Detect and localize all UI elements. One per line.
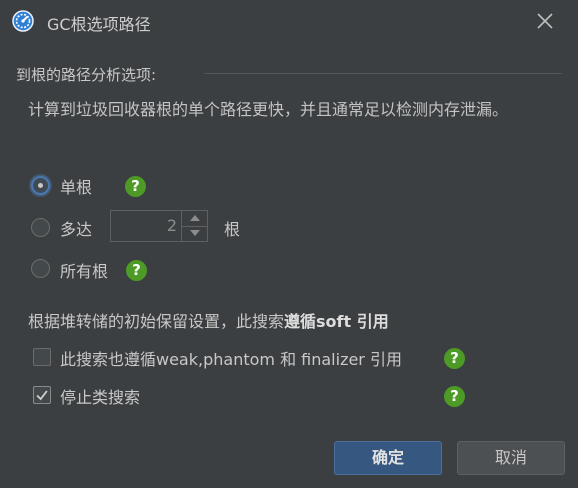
radio-up-to[interactable] [31, 218, 50, 237]
retain-settings-text: 根据堆转储的初始保留设置，此搜索遵循soft 引用 [28, 308, 389, 332]
roots-count-value[interactable]: 2 [111, 211, 177, 241]
radio-dot [38, 183, 43, 188]
window-title: GC根选项路径 [47, 15, 151, 34]
cancel-button[interactable]: 取消 [457, 441, 565, 475]
roots-suffix-label: 根 [224, 220, 241, 239]
help-icon[interactable]: ? [126, 260, 147, 281]
help-icon[interactable]: ? [125, 176, 146, 197]
single-root-label[interactable]: 单根 [60, 174, 92, 198]
help-icon[interactable]: ? [444, 348, 465, 369]
group-divider [204, 73, 562, 74]
group-label: 到根的路径分析选项: [16, 66, 157, 84]
checkmark-icon [36, 390, 48, 401]
all-roots-label[interactable]: 所有根 [60, 258, 108, 282]
radio-all-roots[interactable] [31, 259, 50, 278]
retain-prefix: 根据堆转储的初始保留设置，此搜索 [28, 312, 285, 331]
close-icon[interactable] [534, 10, 556, 32]
stop-class-label[interactable]: 停止类搜索 [60, 384, 140, 408]
chevron-down-icon [190, 230, 200, 236]
gauge-icon [12, 10, 34, 32]
stop-class-checkbox[interactable] [33, 386, 51, 404]
roots-count-spinner[interactable]: 2 [110, 210, 208, 242]
weak-phantom-label[interactable]: 此搜索也遵循weak,phantom 和 finalizer 引用 [60, 346, 402, 370]
weak-phantom-checkbox[interactable] [33, 348, 51, 366]
up-to-label[interactable]: 多达 [60, 216, 92, 240]
chevron-up-icon [190, 215, 200, 221]
spinner-buttons [181, 211, 208, 241]
radio-single-root[interactable] [31, 176, 50, 195]
retain-bold: 遵循soft 引用 [284, 312, 389, 331]
description-text: 计算到垃圾回收器根的单个路径更快，并且通常足以检测内存泄漏。 [28, 100, 509, 119]
decrement-button[interactable] [182, 226, 208, 241]
increment-button[interactable] [182, 211, 208, 227]
title-bar: GC根选项路径 [0, 0, 578, 44]
help-icon[interactable]: ? [444, 386, 465, 407]
ok-button[interactable]: 确定 [334, 441, 442, 475]
